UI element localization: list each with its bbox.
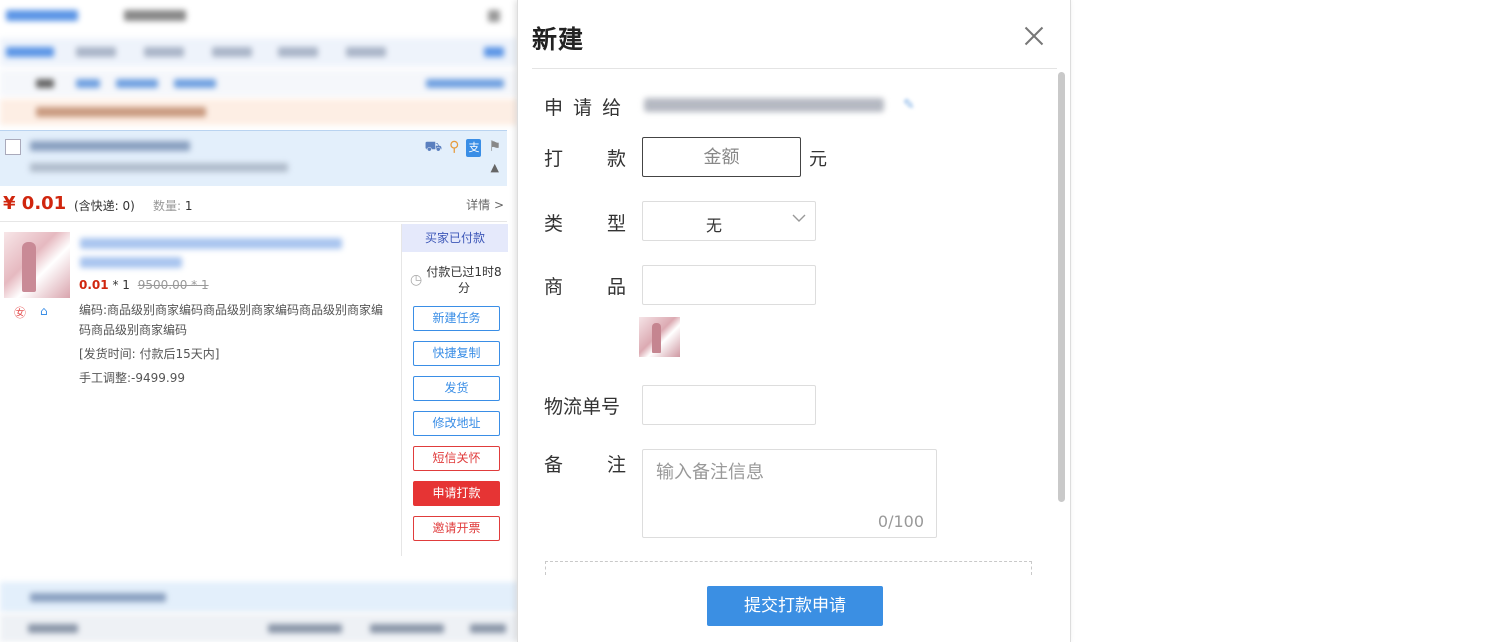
goods-thumbnail[interactable] xyxy=(639,317,680,357)
ship-button[interactable]: 发货 xyxy=(413,376,500,401)
unit-qty: * 1 xyxy=(112,278,130,292)
invite-invoice-button[interactable]: 邀请开票 xyxy=(413,516,500,541)
product-title-line2[interactable] xyxy=(80,257,182,268)
remark-char-counter: 0/100 xyxy=(877,512,924,531)
apply-to-label: 申 请 给 xyxy=(544,97,624,119)
order-flag-icons: ⛟ ⚲ 支 ⚑ xyxy=(425,139,501,157)
chevron-down-icon xyxy=(792,214,806,222)
filter-label xyxy=(36,79,54,88)
tracking-label: 物流单号 xyxy=(544,396,621,418)
upload-area xyxy=(545,561,1032,575)
notice-text xyxy=(36,107,206,117)
filter-tools[interactable] xyxy=(426,79,504,88)
type-select-value: 无 xyxy=(705,216,722,235)
delivery-icon[interactable]: ⛟ xyxy=(425,139,443,157)
goods-label: 商 品 xyxy=(544,276,627,298)
top-bar-title xyxy=(124,10,186,21)
tab-icon[interactable] xyxy=(484,47,504,57)
quantity-label: 数量: xyxy=(153,199,182,213)
next-order-info xyxy=(30,593,166,602)
filter-row[interactable] xyxy=(0,70,517,96)
tab-active[interactable] xyxy=(6,47,54,57)
product-title[interactable] xyxy=(80,238,342,249)
apply-to-value xyxy=(644,98,884,112)
discount-icon[interactable]: ㊛ xyxy=(14,304,26,321)
graduation-cap-icon[interactable]: ⌂ xyxy=(40,304,48,321)
toolbar-item[interactable] xyxy=(268,624,342,633)
manual-adjust: 手工调整:-9499.99 xyxy=(79,371,185,385)
shop-name xyxy=(6,10,78,21)
dialog-title: 新建 xyxy=(532,25,585,54)
order-product: ㊛ ⌂ 0.01 * 1 9500.00 * 1 编码:商品级别商家编码商品级别… xyxy=(0,224,508,556)
product-price-line: 0.01 * 1 9500.00 * 1 xyxy=(79,278,209,292)
amount-unit: 元 xyxy=(809,149,827,170)
amount-label: 打 款 xyxy=(544,148,627,170)
original-price: 9500.00 * 1 xyxy=(137,278,209,292)
ship-time: [发货时间: 付款后15天内] xyxy=(79,347,220,361)
remark-textarea[interactable]: 输入备注信息 0/100 xyxy=(642,449,937,538)
tab[interactable] xyxy=(278,47,318,57)
notice-bar xyxy=(0,99,517,125)
collapse-caret-icon[interactable]: ▲ xyxy=(491,161,499,174)
header-divider xyxy=(532,68,1057,69)
order-status-column: 买家已付款 ◷ 付款已过1时8分 新建任务 快捷复制 发货 修改地址 短信关怀 … xyxy=(401,224,508,556)
dialog-scrollbar[interactable] xyxy=(1058,72,1065,502)
flag-icon[interactable]: ⚑ xyxy=(488,139,501,157)
close-icon[interactable] xyxy=(1022,24,1046,48)
order-header: ⛟ ⚲ 支 ⚑ ▲ xyxy=(0,130,507,186)
status-tabs[interactable] xyxy=(0,38,517,66)
order-price: ¥ 0.01 xyxy=(3,193,67,214)
shipping-fee: (含快递: 0) xyxy=(74,199,135,213)
product-thumbnail[interactable] xyxy=(4,232,70,298)
edit-icon[interactable]: ✎ xyxy=(903,97,919,113)
type-select[interactable]: 无 xyxy=(642,201,816,241)
order-buyer-info xyxy=(30,141,190,151)
submit-payment-button[interactable]: 提交打款申请 xyxy=(707,586,883,626)
order-price-row: ¥ 0.01 (含快递: 0) 数量: 1 详情 > xyxy=(0,187,507,222)
apply-payment-button[interactable]: 申请打款 xyxy=(413,481,500,506)
next-order-header xyxy=(0,582,517,612)
quantity-value: 1 xyxy=(184,199,193,213)
order-checkbox[interactable] xyxy=(5,139,21,155)
details-link[interactable]: 详情 > xyxy=(466,196,504,213)
amount-input[interactable] xyxy=(642,137,801,177)
location-pin-icon[interactable]: ⚲ xyxy=(449,139,459,157)
order-list-panel: ⛟ ⚲ 支 ⚑ ▲ ¥ 0.01 (含快递: 0) 数量: 1 详情 > ㊛ ⌂… xyxy=(0,0,517,642)
new-task-button[interactable]: 新建任务 xyxy=(413,306,500,331)
new-payment-dialog: 新建 申 请 给 ✎ 打 款 元 类 型 无 商 品 物流单号 备 注 输入备注… xyxy=(517,0,1071,642)
unit-price: 0.01 xyxy=(79,278,109,292)
status-badge: 买家已付款 xyxy=(402,224,508,252)
type-label: 类 型 xyxy=(544,213,627,235)
toolbar-item[interactable] xyxy=(470,624,506,633)
tab[interactable] xyxy=(144,47,184,57)
tab[interactable] xyxy=(76,47,116,57)
order-meta-info xyxy=(30,163,288,172)
remark-placeholder: 输入备注信息 xyxy=(656,462,764,483)
sku-code: 编码:商品级别商家编码商品级别商家编码商品级别商家编码商品级别商家编码 xyxy=(79,303,384,337)
edit-address-button[interactable]: 修改地址 xyxy=(413,411,500,436)
bottom-toolbar[interactable] xyxy=(0,614,517,642)
sms-care-button[interactable]: 短信关怀 xyxy=(413,446,500,471)
quick-copy-button[interactable]: 快捷复制 xyxy=(413,341,500,366)
tab[interactable] xyxy=(346,47,386,57)
top-bar-icon xyxy=(488,10,500,22)
toolbar-item[interactable] xyxy=(28,624,78,633)
goods-input[interactable] xyxy=(642,265,816,305)
tracking-number-input[interactable] xyxy=(642,385,816,425)
tab[interactable] xyxy=(212,47,252,57)
alipay-icon[interactable]: 支 xyxy=(466,139,482,157)
remark-label: 备 注 xyxy=(544,454,627,476)
filter-link[interactable] xyxy=(116,79,158,88)
top-bar xyxy=(0,0,517,34)
quantity: 数量: 1 xyxy=(153,197,193,214)
payment-timer: ◷ 付款已过1时8分 xyxy=(406,264,506,296)
filter-link[interactable] xyxy=(174,79,216,88)
toolbar-item[interactable] xyxy=(370,624,444,633)
timer-text: 付款已过1时8分 xyxy=(426,265,502,295)
clock-icon: ◷ xyxy=(410,272,423,288)
product-tag-icons: ㊛ ⌂ xyxy=(14,304,48,321)
filter-link[interactable] xyxy=(76,79,100,88)
